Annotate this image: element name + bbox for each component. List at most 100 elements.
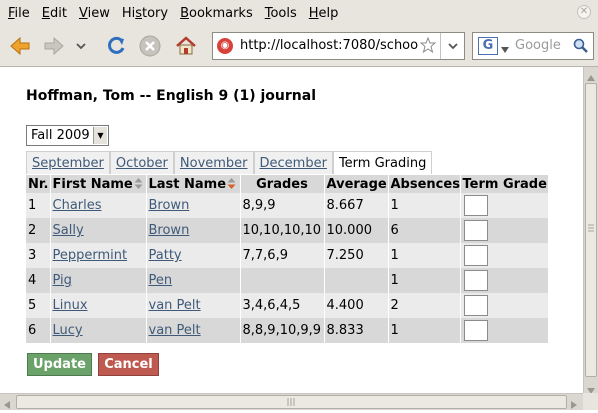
cell-last-name: van Pelt [146, 293, 241, 318]
last-name-link[interactable]: van Pelt [149, 323, 201, 338]
term-grade-input[interactable] [463, 245, 488, 266]
term-grade-input[interactable] [463, 320, 488, 341]
sort-ascending-icon[interactable] [227, 177, 236, 191]
url-dropdown-icon[interactable] [440, 33, 465, 59]
menu-view[interactable]: View [79, 6, 110, 21]
header-first-name[interactable]: First Name [50, 175, 147, 193]
cell-nr: 3 [26, 243, 51, 268]
cell-grades: 7,7,6,9 [240, 243, 325, 268]
scroll-left-icon[interactable] [4, 398, 10, 413]
first-name-link[interactable]: Lucy [53, 323, 83, 338]
menu-file[interactable]: File [8, 6, 30, 21]
window-close-icon[interactable]: ✕ [577, 5, 591, 19]
first-name-link[interactable]: Sally [53, 223, 84, 238]
term-grade-input[interactable] [463, 270, 488, 291]
cell-nr: 2 [26, 218, 51, 243]
sort-arrows-icon[interactable] [134, 177, 143, 191]
term-grade-input[interactable] [463, 295, 488, 316]
menu-tools[interactable]: Tools [265, 6, 297, 21]
back-arrow-icon[interactable] [8, 34, 32, 58]
header-last-name[interactable]: Last Name [146, 175, 241, 193]
google-engine-icon[interactable]: G [478, 37, 498, 55]
first-name-link[interactable]: Charles [53, 198, 102, 213]
page-title: Hoffman, Tom -- English 9 (1) journal [26, 88, 316, 104]
cell-average [324, 268, 389, 293]
home-icon[interactable] [174, 34, 198, 58]
reload-icon[interactable] [104, 34, 128, 58]
engine-dropdown-icon[interactable] [501, 42, 509, 57]
last-name-link[interactable]: Brown [149, 198, 190, 213]
cell-last-name: van Pelt [146, 318, 241, 343]
tab-november[interactable]: November [173, 151, 254, 174]
header-grades: Grades [240, 175, 325, 193]
last-name-link[interactable]: Pen [149, 273, 173, 288]
cell-first-name: Lucy [50, 318, 147, 343]
address-bar[interactable]: ◉ http://localhost:7080/schoo [212, 32, 465, 60]
cell-last-name: Brown [146, 218, 241, 243]
horizontal-scrollbar[interactable] [0, 393, 583, 410]
cell-first-name: Sally [50, 218, 147, 243]
menu-bar: File Edit View History Bookmarks Tools H… [0, 0, 598, 26]
cell-grades: 10,10,10,10 [240, 218, 325, 243]
last-name-link[interactable]: Patty [149, 248, 182, 263]
term-grade-input[interactable] [463, 220, 488, 241]
cell-average: 4.400 [324, 293, 389, 318]
select-arrow-icon[interactable]: ▼ [93, 127, 107, 144]
header-term-grade: Term Grade [460, 175, 549, 193]
cell-first-name: Linux [50, 293, 147, 318]
cell-absences: 1 [388, 193, 461, 218]
cell-first-name: Peppermint [50, 243, 147, 268]
term-select[interactable]: Fall 2009 ▼ [26, 125, 109, 146]
vertical-scroll-thumb[interactable] [585, 83, 597, 377]
cell-last-name: Pen [146, 268, 241, 293]
tab-october[interactable]: October [109, 151, 174, 174]
header-absences: Absences [388, 175, 461, 193]
cell-first-name: Pig [50, 268, 147, 293]
cancel-button[interactable]: Cancel [98, 353, 159, 376]
browser-chrome: File Edit View History Bookmarks Tools H… [0, 0, 598, 67]
cell-last-name: Brown [146, 193, 241, 218]
header-nr: Nr. [26, 175, 51, 193]
cell-absences: 2 [388, 293, 461, 318]
menu-history[interactable]: History [122, 6, 168, 21]
cell-grades: 8,8,9,10,9,9 [240, 318, 325, 343]
horizontal-scroll-thumb[interactable] [16, 395, 567, 409]
url-text[interactable]: http://localhost:7080/schoo [240, 38, 436, 53]
first-name-link[interactable]: Linux [53, 298, 88, 313]
tab-december[interactable]: December [253, 151, 333, 174]
stop-icon[interactable] [138, 34, 162, 58]
menu-edit[interactable]: Edit [42, 6, 67, 21]
first-name-link[interactable]: Pig [53, 273, 72, 288]
search-box[interactable]: G Google [472, 32, 594, 60]
tab-september[interactable]: September [26, 151, 110, 174]
term-grade-input[interactable] [463, 195, 488, 216]
cell-first-name: Charles [50, 193, 147, 218]
cell-term-grade [460, 218, 549, 243]
cell-term-grade [460, 243, 549, 268]
search-magnifier-icon[interactable] [573, 38, 589, 58]
table-row: 2 Sally Brown 10,10,10,10 10.000 6 [26, 218, 549, 243]
last-name-link[interactable]: van Pelt [149, 298, 201, 313]
update-button[interactable]: Update [27, 353, 92, 376]
first-name-link[interactable]: Peppermint [53, 248, 128, 263]
site-identity-icon[interactable]: ◉ [217, 38, 233, 54]
cell-term-grade [460, 318, 549, 343]
menu-help[interactable]: Help [309, 6, 339, 21]
last-name-link[interactable]: Brown [149, 223, 190, 238]
vertical-scrollbar[interactable] [583, 67, 598, 394]
table-header-row: Nr. First Name Last Name Grades Average … [26, 175, 549, 193]
history-dropdown-icon[interactable] [74, 34, 88, 58]
cell-grades: 3,4,6,4,5 [240, 293, 325, 318]
cell-term-grade [460, 193, 549, 218]
header-average: Average [324, 175, 389, 193]
cell-average: 8.667 [324, 193, 389, 218]
search-placeholder[interactable]: Google [515, 38, 561, 53]
scroll-right-icon[interactable] [571, 398, 577, 413]
bookmark-star-icon[interactable] [419, 36, 437, 57]
menu-bookmarks[interactable]: Bookmarks [180, 6, 253, 21]
tab-term-grading[interactable]: Term Grading [332, 151, 433, 174]
scroll-corner [583, 393, 598, 410]
forward-arrow-icon[interactable] [42, 34, 66, 58]
cell-absences: 1 [388, 268, 461, 293]
term-selected-value[interactable]: Fall 2009 [31, 128, 90, 143]
